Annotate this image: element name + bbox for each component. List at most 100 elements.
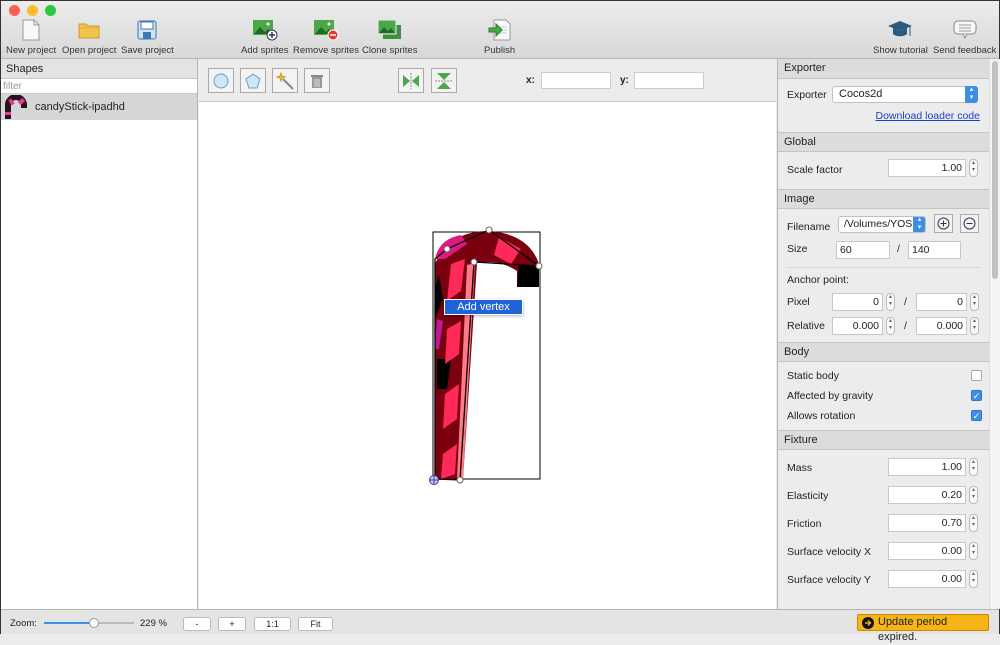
anchor-point-label: Anchor point: bbox=[787, 274, 849, 286]
mass-stepper[interactable]: ▴ ▾ bbox=[969, 458, 978, 476]
send-feedback-button[interactable]: Send feedback bbox=[933, 17, 996, 56]
new-project-label: New project bbox=[6, 45, 57, 56]
pixel-y-stepper[interactable]: ▴ ▾ bbox=[970, 293, 979, 311]
relative-label: Relative bbox=[787, 320, 825, 332]
fixture-section-header: Fixture bbox=[778, 430, 989, 450]
filename-value: /Volumes/YOS bbox=[844, 218, 913, 230]
scale-factor-input[interactable]: 1.00 bbox=[888, 159, 966, 177]
show-tutorial-button[interactable]: Show tutorial bbox=[873, 17, 928, 56]
close-window-button[interactable] bbox=[9, 5, 20, 16]
speech-bubble-icon bbox=[953, 20, 977, 40]
elasticity-label: Elasticity bbox=[787, 490, 829, 502]
new-document-icon bbox=[22, 19, 40, 41]
elasticity-stepper[interactable]: ▴ ▾ bbox=[969, 486, 978, 504]
zoom-out-button[interactable]: - bbox=[183, 617, 211, 631]
surface-velocity-x-input[interactable]: 0.00 bbox=[888, 542, 966, 560]
pixel-x-stepper[interactable]: ▴ ▾ bbox=[886, 293, 895, 311]
sprite-canvas[interactable] bbox=[199, 59, 776, 609]
width-input[interactable]: 60 bbox=[836, 241, 890, 259]
pixel-y-input[interactable]: 0 bbox=[916, 293, 967, 311]
exporter-value: Cocos2d bbox=[839, 88, 883, 100]
open-project-label: Open project bbox=[62, 45, 117, 56]
allows-rotation-checkbox[interactable]: ✓ bbox=[971, 410, 982, 421]
zoom-window-button[interactable] bbox=[45, 5, 56, 16]
exporter-section-header: Exporter bbox=[778, 59, 989, 79]
shapes-pane: Shapes candyStick-ipadhd bbox=[1, 59, 198, 609]
add-image-file-button[interactable] bbox=[934, 214, 953, 233]
add-vertex-menu-item[interactable]: Add vertex bbox=[444, 299, 523, 315]
mass-input[interactable]: 1.00 bbox=[888, 458, 966, 476]
download-loader-code-link[interactable]: Download loader code bbox=[876, 110, 981, 122]
remove-sprites-label: Remove sprites bbox=[293, 45, 359, 56]
scrollbar-thumb[interactable] bbox=[992, 61, 998, 279]
static-body-label: Static body bbox=[787, 370, 839, 382]
add-sprites-button[interactable]: Add sprites bbox=[241, 17, 289, 56]
update-expired-text: Update period expired. bbox=[878, 616, 948, 643]
filename-label: Filename bbox=[787, 221, 831, 233]
save-project-button[interactable]: Save project bbox=[121, 17, 174, 56]
friction-input[interactable]: 0.70 bbox=[888, 514, 966, 532]
size-label: Size bbox=[787, 243, 808, 255]
candy-stick-thumbnail-icon bbox=[5, 95, 27, 119]
exporter-select[interactable]: Cocos2d ▴ ▾ bbox=[832, 86, 978, 103]
send-feedback-label: Send feedback bbox=[933, 45, 997, 56]
anchor-point-handle[interactable] bbox=[429, 475, 439, 485]
zoom-slider-fill bbox=[44, 622, 94, 624]
relative-separator: / bbox=[904, 320, 907, 332]
minimize-window-button[interactable] bbox=[27, 5, 38, 16]
relative-y-input[interactable]: 0.000 bbox=[916, 317, 967, 335]
properties-pane: Exporter Exporter Cocos2d ▴ ▾ Download lo… bbox=[777, 59, 989, 609]
properties-scrollbar[interactable] bbox=[989, 59, 1000, 609]
zoom-in-button[interactable]: + bbox=[218, 617, 246, 631]
shape-list-item[interactable]: candyStick-ipadhd bbox=[1, 94, 197, 120]
body-section-header: Body bbox=[778, 342, 989, 362]
update-expired-button[interactable]: Update period expired. bbox=[857, 614, 989, 643]
scale-factor-label: Scale factor bbox=[787, 164, 843, 176]
surface-velocity-x-label: Surface velocity X bbox=[787, 546, 872, 558]
friction-stepper[interactable]: ▴ ▾ bbox=[969, 514, 978, 532]
publish-button[interactable]: Publish bbox=[484, 17, 515, 56]
mass-label: Mass bbox=[787, 462, 813, 474]
height-input[interactable]: 140 bbox=[908, 241, 961, 259]
status-bar: Zoom: 229 % - + 1:1 Fit Update period ex… bbox=[1, 609, 999, 643]
zoom-slider-thumb[interactable] bbox=[88, 618, 99, 628]
zoom-actual-size-button[interactable]: 1:1 bbox=[254, 617, 291, 631]
remove-sprites-button[interactable]: Remove sprites bbox=[293, 17, 359, 56]
zoom-label: Zoom: bbox=[10, 618, 37, 629]
window-controls bbox=[9, 5, 56, 16]
select-arrows-icon: ▴ ▾ bbox=[913, 217, 925, 232]
relative-x-input[interactable]: 0.000 bbox=[832, 317, 883, 335]
open-project-button[interactable]: Open project bbox=[62, 17, 116, 56]
relative-y-stepper[interactable]: ▴ ▾ bbox=[970, 317, 979, 335]
affected-by-gravity-label: Affected by gravity bbox=[787, 390, 874, 402]
shape-name: candyStick-ipadhd bbox=[35, 101, 125, 113]
shapes-header: Shapes bbox=[1, 59, 197, 79]
scale-factor-stepper[interactable]: ▴ ▾ bbox=[969, 159, 978, 177]
zoom-value: 229 % bbox=[140, 618, 167, 629]
zoom-fit-button[interactable]: Fit bbox=[298, 617, 333, 631]
filter-input[interactable] bbox=[1, 79, 197, 94]
image-section-header: Image bbox=[778, 189, 989, 209]
elasticity-input[interactable]: 0.20 bbox=[888, 486, 966, 504]
new-project-button[interactable]: New project bbox=[6, 17, 56, 56]
static-body-checkbox[interactable] bbox=[971, 370, 982, 381]
zoom-slider[interactable] bbox=[44, 618, 134, 628]
friction-label: Friction bbox=[787, 518, 822, 530]
candy-stick-sprite bbox=[435, 231, 539, 479]
save-project-label: Save project bbox=[121, 45, 174, 56]
surface-velocity-x-stepper[interactable]: ▴ ▾ bbox=[969, 542, 978, 560]
filename-select[interactable]: /Volumes/YOS ▴ ▾ bbox=[838, 216, 926, 233]
pixel-separator: / bbox=[904, 296, 907, 308]
select-arrows-icon: ▴ ▾ bbox=[965, 86, 978, 103]
surface-velocity-y-stepper[interactable]: ▴ ▾ bbox=[969, 570, 978, 588]
global-section-header: Global bbox=[778, 132, 989, 152]
affected-by-gravity-checkbox[interactable]: ✓ bbox=[971, 390, 982, 401]
relative-x-stepper[interactable]: ▴ ▾ bbox=[886, 317, 895, 335]
surface-velocity-y-input[interactable]: 0.00 bbox=[888, 570, 966, 588]
remove-image-file-button[interactable] bbox=[960, 214, 979, 233]
remove-image-icon bbox=[314, 20, 339, 41]
floppy-disk-icon bbox=[137, 20, 157, 40]
pixel-x-input[interactable]: 0 bbox=[832, 293, 883, 311]
add-image-icon bbox=[252, 20, 278, 41]
clone-sprites-button[interactable]: Clone sprites bbox=[362, 17, 417, 56]
